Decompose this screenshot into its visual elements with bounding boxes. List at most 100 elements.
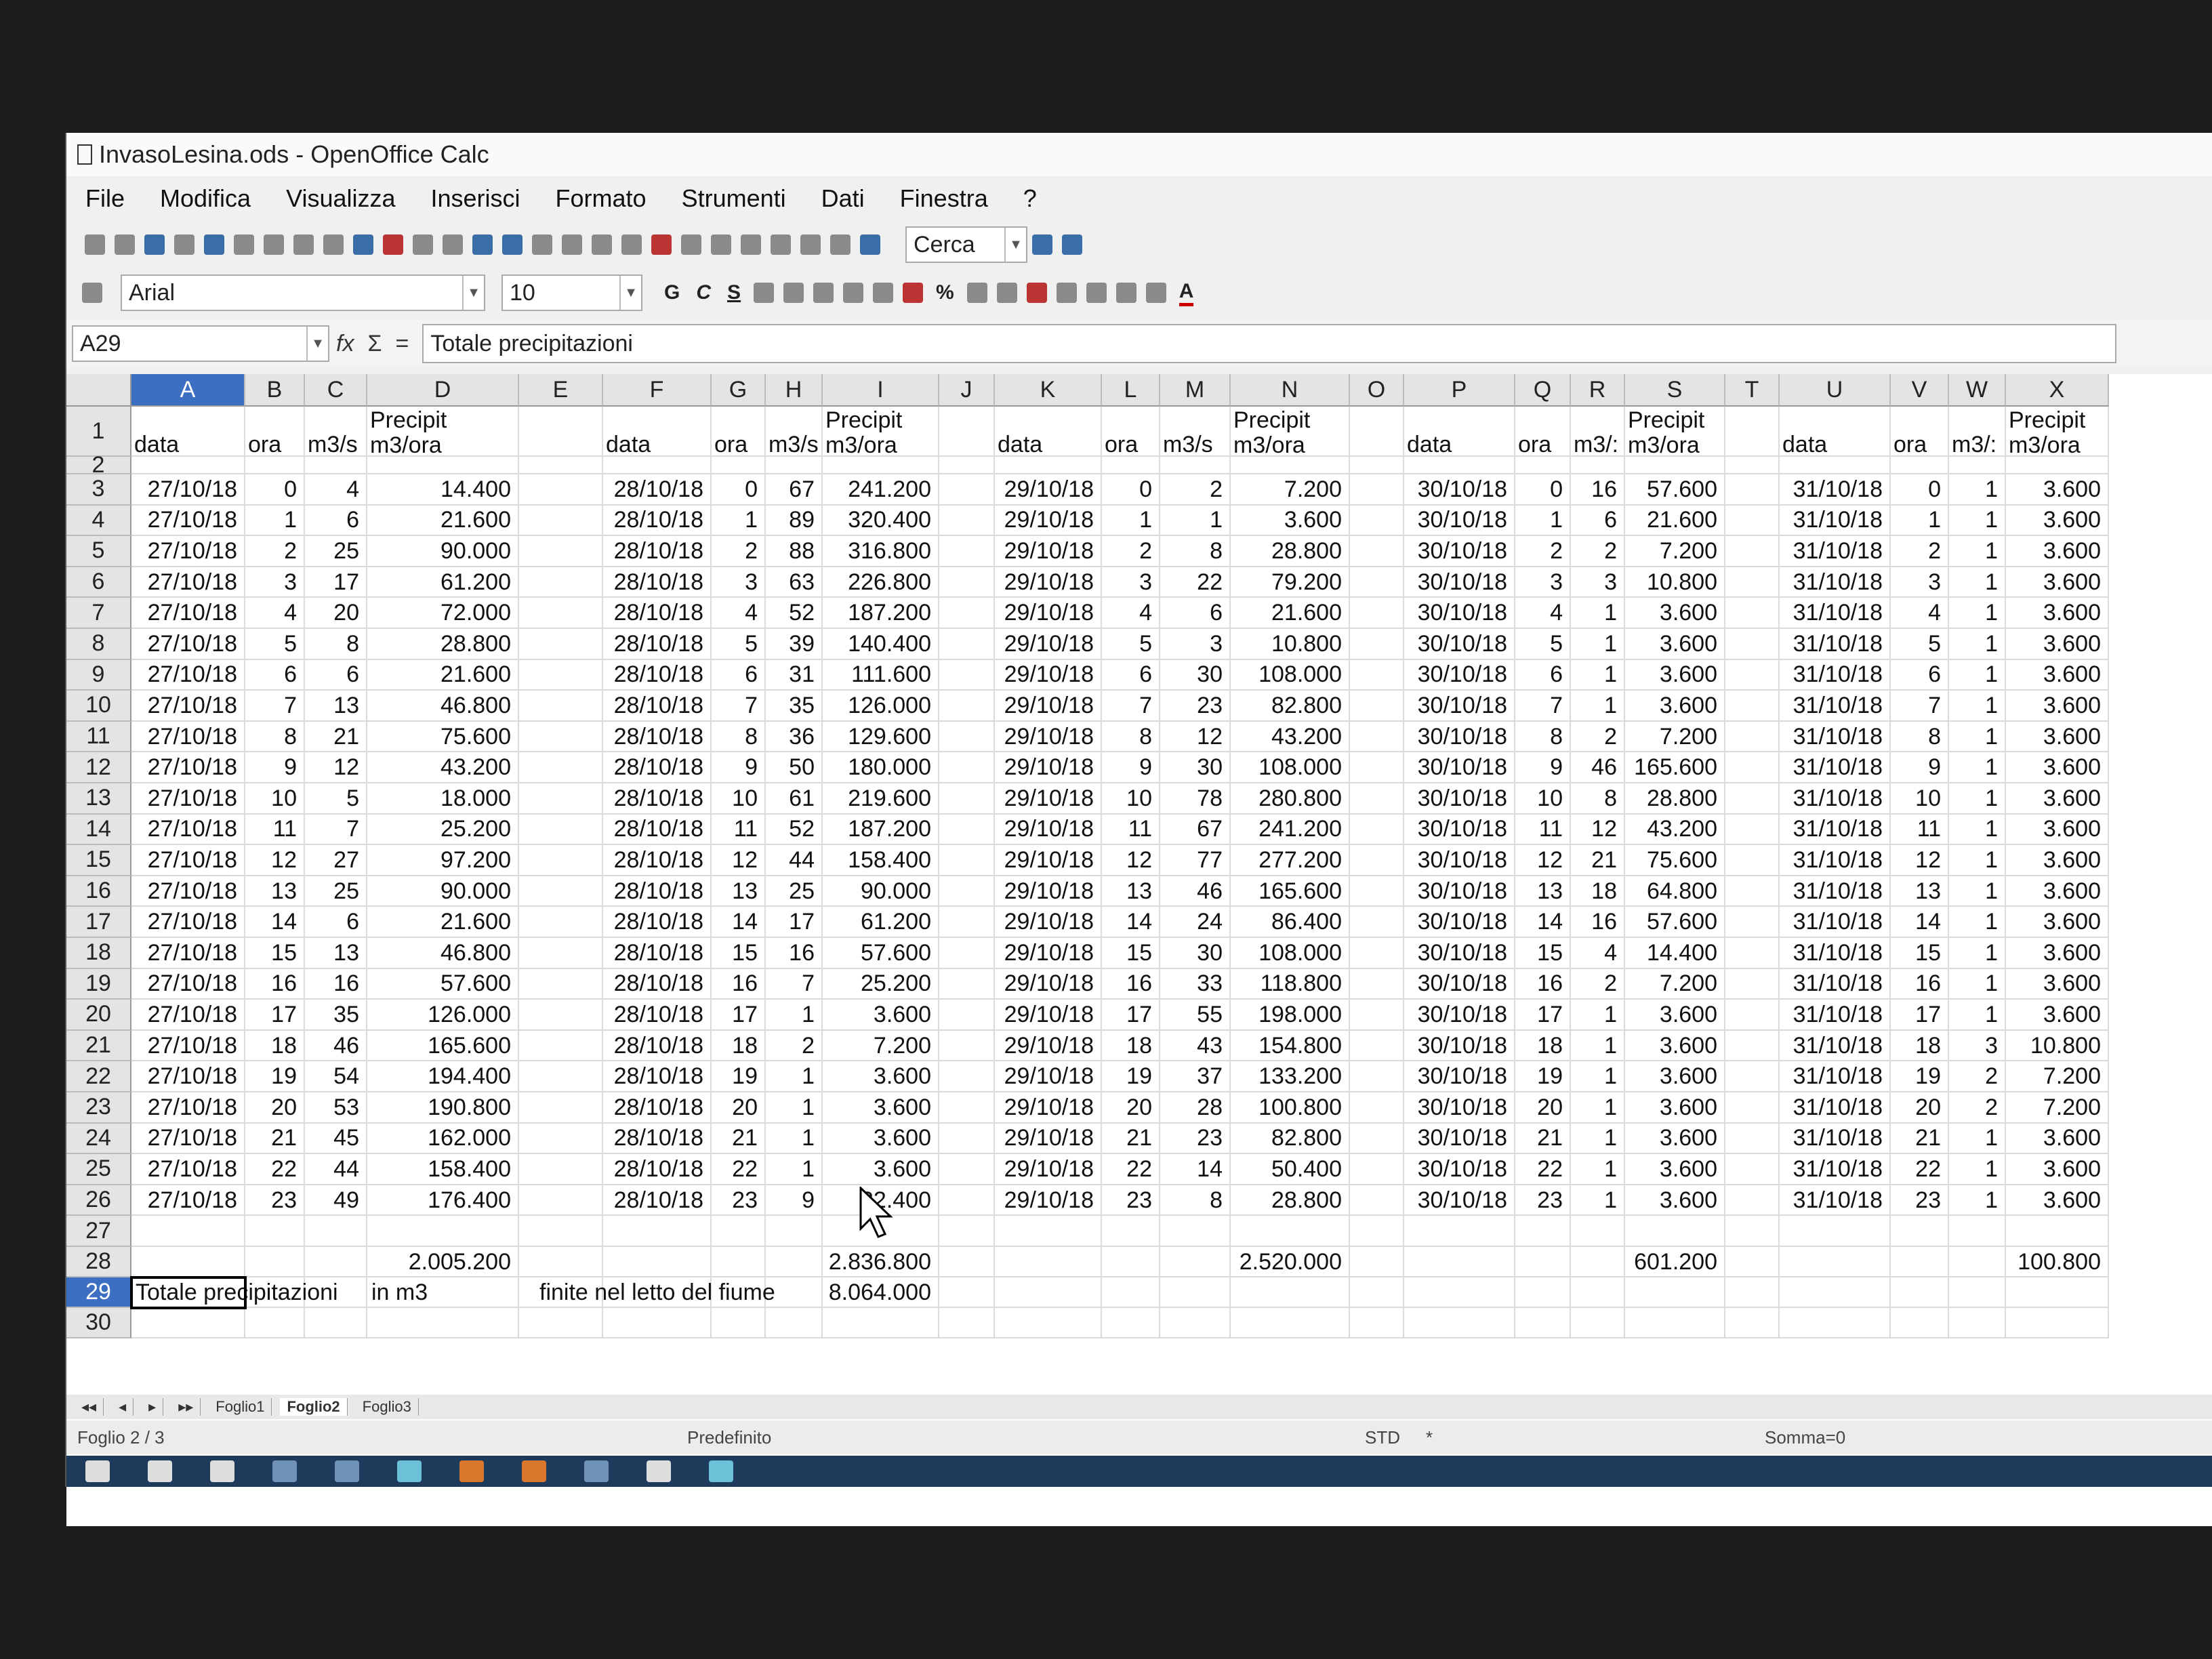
column-header-e[interactable]: E <box>519 374 603 407</box>
spreadsheet-grid[interactable]: A B C D E F G H I J K L M N O P Q R S T U V W X 1 2 3 4 5 6 7 8 9 10 11 12 1… <box>66 374 2212 1526</box>
task-view-icon[interactable] <box>210 1460 234 1482</box>
spellcheck-icon[interactable] <box>323 234 344 255</box>
row-header-23[interactable]: 23 <box>66 1092 131 1124</box>
styles-icon[interactable] <box>82 283 102 303</box>
row-header-12[interactable]: 12 <box>66 752 131 783</box>
align-center-icon[interactable] <box>783 283 804 303</box>
name-box[interactable]: A29 ▼ <box>72 325 329 362</box>
row-header-4[interactable]: 4 <box>66 505 131 537</box>
column-header-g[interactable]: G <box>712 374 766 407</box>
gallery-icon[interactable] <box>771 234 791 255</box>
menu-visualizza[interactable]: Visualizza <box>286 184 395 213</box>
datasources-icon[interactable] <box>800 234 821 255</box>
column-header-t[interactable]: T <box>1725 374 1780 407</box>
search-input[interactable]: Cerca ▼ <box>905 226 1027 263</box>
column-header-n[interactable]: N <box>1231 374 1350 407</box>
column-header-f[interactable]: F <box>603 374 712 407</box>
app-l-icon[interactable] <box>397 1460 422 1482</box>
column-header-u[interactable]: U <box>1780 374 1891 407</box>
edit-file-icon[interactable] <box>204 234 224 255</box>
row-header-27[interactable]: 27 <box>66 1216 131 1247</box>
chevron-down-icon[interactable]: ▼ <box>462 276 484 310</box>
last-sheet-icon[interactable]: ▸▸ <box>171 1398 201 1416</box>
column-header-d[interactable]: D <box>367 374 519 407</box>
format-paintbrush-icon[interactable] <box>472 234 493 255</box>
equals-icon[interactable]: = <box>395 331 409 357</box>
standard-format-icon[interactable] <box>966 283 987 303</box>
formula-input[interactable]: Totale precipitazioni <box>422 324 2117 363</box>
print-preview-icon[interactable] <box>293 234 314 255</box>
row-header-8[interactable]: 8 <box>66 629 131 660</box>
row-header-19[interactable]: 19 <box>66 968 131 1000</box>
find-next-icon[interactable] <box>1032 234 1052 255</box>
new-document-icon[interactable] <box>85 234 105 255</box>
column-header-q[interactable]: Q <box>1515 374 1571 407</box>
borders-icon[interactable] <box>1115 283 1136 303</box>
chevron-down-icon[interactable]: ▼ <box>1004 228 1026 262</box>
delete-decimal-icon[interactable] <box>1026 283 1047 303</box>
cut-icon[interactable] <box>383 234 403 255</box>
chevron-down-icon[interactable]: ▼ <box>619 276 641 310</box>
column-header-x[interactable]: X <box>2006 374 2109 407</box>
row-header-2[interactable]: 2 <box>66 452 131 478</box>
hyperlink-icon[interactable] <box>562 234 582 255</box>
column-header-a[interactable]: A <box>131 374 245 407</box>
status-mode[interactable]: STD <box>1365 1427 1426 1448</box>
menu-modifica[interactable]: Modifica <box>160 184 251 213</box>
justify-icon[interactable] <box>843 283 864 303</box>
row-header-16[interactable]: 16 <box>66 876 131 907</box>
select-all-corner[interactable] <box>66 374 131 407</box>
decrease-indent-icon[interactable] <box>1056 283 1077 303</box>
print-icon[interactable] <box>264 234 284 255</box>
row-header-15[interactable]: 15 <box>66 845 131 876</box>
align-left-icon[interactable] <box>754 283 775 303</box>
row-header-20[interactable]: 20 <box>66 1000 131 1031</box>
row-header-22[interactable]: 22 <box>66 1061 131 1092</box>
column-header-k[interactable]: K <box>995 374 1102 407</box>
sum-icon[interactable]: Σ <box>367 331 382 357</box>
puzzle-app-icon[interactable] <box>459 1460 484 1482</box>
column-header-j[interactable]: J <box>939 374 995 407</box>
row-header-17[interactable]: 17 <box>66 907 131 938</box>
column-header-o[interactable]: O <box>1350 374 1404 407</box>
row-header-29[interactable]: 29 <box>66 1277 131 1308</box>
italic-icon[interactable]: C <box>696 281 711 304</box>
row-header-18[interactable]: 18 <box>66 938 131 969</box>
redo-icon[interactable] <box>532 234 552 255</box>
menu-help[interactable]: ? <box>1023 184 1037 213</box>
underline-icon[interactable]: S <box>727 281 741 304</box>
background-color-icon[interactable] <box>1145 283 1166 303</box>
row-header-11[interactable]: 11 <box>66 721 131 753</box>
chart-icon[interactable] <box>651 234 672 255</box>
open-folder-icon[interactable] <box>115 234 135 255</box>
undo-icon[interactable] <box>502 234 523 255</box>
column-header-w[interactable]: W <box>1949 374 2006 407</box>
row-header-6[interactable]: 6 <box>66 567 131 598</box>
menu-finestra[interactable]: Finestra <box>900 184 988 213</box>
currency-format-icon[interactable] <box>903 283 924 303</box>
row-header-5[interactable]: 5 <box>66 536 131 567</box>
row-header-24[interactable]: 24 <box>66 1123 131 1155</box>
font-size-box[interactable]: 10 ▼ <box>501 274 642 311</box>
row-header-26[interactable]: 26 <box>66 1185 131 1216</box>
chevron-down-icon[interactable]: ▼ <box>306 327 328 361</box>
save-icon[interactable] <box>144 234 165 255</box>
row-header-28[interactable]: 28 <box>66 1247 131 1277</box>
increase-indent-icon[interactable] <box>1086 283 1107 303</box>
add-decimal-icon[interactable] <box>996 283 1017 303</box>
row-header-21[interactable]: 21 <box>66 1030 131 1062</box>
percent-icon[interactable]: % <box>936 281 954 304</box>
menu-inserisci[interactable]: Inserisci <box>431 184 520 213</box>
sheet-tab-foglio2[interactable]: Foglio2 <box>280 1398 348 1416</box>
paste-icon[interactable] <box>443 234 463 255</box>
font-color-icon[interactable]: A <box>1179 280 1194 306</box>
sheet-tab-foglio3[interactable]: Foglio3 <box>356 1398 419 1416</box>
menu-formato[interactable]: Formato <box>556 184 647 213</box>
openoffice-app-icon[interactable] <box>709 1460 733 1482</box>
windows-start-icon[interactable] <box>85 1460 110 1482</box>
column-header-v[interactable]: V <box>1891 374 1949 407</box>
menu-strumenti[interactable]: Strumenti <box>682 184 786 213</box>
notes-app-icon[interactable] <box>522 1460 546 1482</box>
menu-dati[interactable]: Dati <box>821 184 865 213</box>
selected-cell-cursor[interactable] <box>130 1276 247 1309</box>
